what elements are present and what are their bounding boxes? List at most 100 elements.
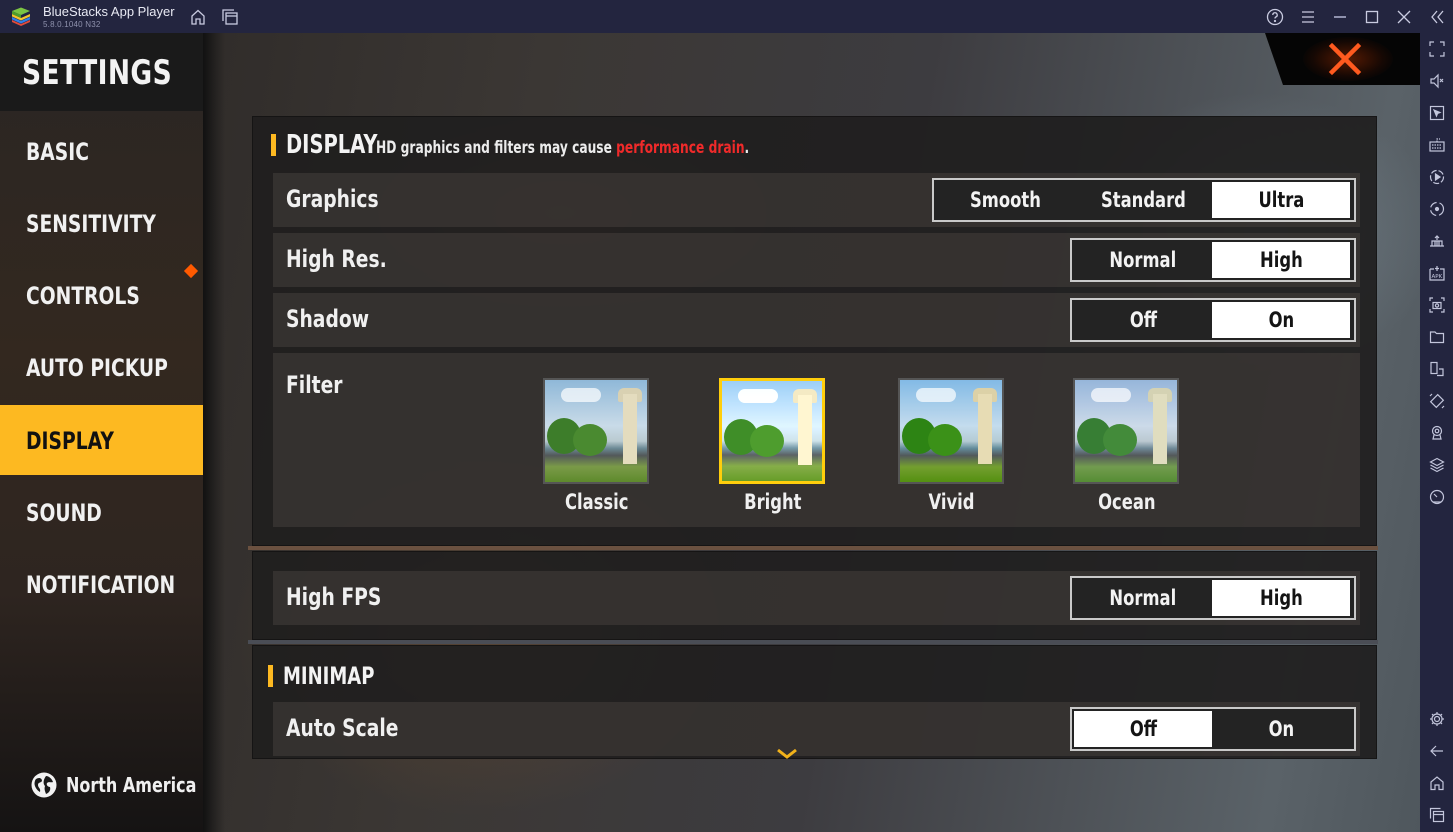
multi-window-icon[interactable] [1425,357,1449,381]
menu-item-sensitivity[interactable]: SENSITIVITY [0,188,203,258]
option-standard[interactable]: Standard [1074,182,1212,218]
menu-item-label: CONTROLS [26,282,140,310]
macro-play-icon[interactable] [1425,165,1449,189]
option-on[interactable]: On [1212,302,1350,338]
option-off[interactable]: Off [1074,302,1212,338]
menu-item-sound[interactable]: SOUND [0,477,203,547]
performance-icon[interactable] [1425,485,1449,509]
section-title: DISPLAY [286,130,378,160]
option-label: Off [1129,717,1157,741]
screenshot-icon[interactable] [1425,293,1449,317]
minimap-section-header: MINIMAP [268,662,374,690]
menu-item-label: BASIC [26,138,89,166]
filter-bright[interactable]: Bright [719,378,827,514]
option-smooth[interactable]: Smooth [936,182,1074,218]
location-icon[interactable] [1425,421,1449,445]
bluestacks-logo-icon [12,7,30,26]
menu-item-auto-pickup[interactable]: AUTO PICKUP [0,332,203,402]
window-title-bar: BlueStacks App Player 5.8.0.1040 N32 [0,0,1453,33]
apk-icon[interactable]: APK [1425,261,1449,285]
setting-row-shadow: Shadow Off On [273,293,1360,347]
option-label: Ultra [1258,188,1304,212]
close-icon [1328,42,1362,76]
filter-thumbnail [1073,378,1179,484]
note-text: HD graphics and filters may cause [376,138,617,158]
filter-label: Bright [744,490,802,514]
volume-mute-icon[interactable] [1425,69,1449,93]
graphics-segmented-control: Smooth Standard Ultra [932,178,1356,222]
close-icon[interactable] [1393,6,1415,28]
filter-vivid[interactable]: Vivid [898,378,1006,514]
filter-classic[interactable]: Classic [543,378,651,514]
close-settings-button[interactable] [1265,33,1420,85]
menu-item-label: AUTO PICKUP [26,354,168,382]
app-title: BlueStacks App Player [43,4,175,19]
menu-item-label: NOTIFICATION [26,571,176,599]
folder-icon[interactable] [1425,325,1449,349]
filter-label: Vivid [928,490,976,514]
menu-item-basic[interactable]: BASIC [0,116,203,186]
option-normal[interactable]: Normal [1074,242,1212,278]
settings-title: SETTINGS [22,53,173,93]
install-apk-icon[interactable] [1425,229,1449,253]
display-panel: DISPLAY HD graphics and filters may caus… [252,116,1377,546]
option-label: Smooth [969,188,1041,212]
option-high[interactable]: High [1212,580,1350,616]
panel-divider [248,546,1378,550]
option-ultra[interactable]: Ultra [1212,182,1350,218]
option-label: On [1268,717,1294,741]
menu-item-label: SENSITIVITY [26,210,156,238]
setting-row-high-res: High Res. Normal High [273,233,1360,287]
menu-item-controls[interactable]: CONTROLS [0,260,203,330]
high-fps-segmented-control: Normal High [1070,576,1356,620]
option-label: Normal [1109,586,1177,610]
menu-item-notification[interactable]: NOTIFICATION [0,549,203,619]
recent-apps-icon[interactable] [1425,803,1449,827]
app-version: 5.8.0.1040 N32 [43,20,101,29]
filter-label: Classic [565,490,629,514]
collapse-sidebar-icon[interactable] [1426,6,1448,28]
home-icon[interactable] [187,6,209,28]
filter-options: Classic Bright Vivid Ocean [543,378,1203,528]
back-icon[interactable] [1425,739,1449,763]
display-section-header: DISPLAY HD graphics and filters may caus… [271,130,894,160]
option-off[interactable]: Off [1074,711,1212,747]
option-on[interactable]: On [1212,711,1350,747]
option-normal[interactable]: Normal [1074,580,1212,616]
option-label: High [1259,586,1303,610]
section-accent-bar [271,134,276,156]
region-selector[interactable]: North America [30,771,229,799]
scroll-down-chevron-icon[interactable] [776,748,798,760]
keyboard-icon[interactable] [1425,133,1449,157]
fullscreen-icon[interactable] [1425,37,1449,61]
rotate-sync-icon[interactable] [1425,197,1449,221]
section-title: MINIMAP [283,662,375,690]
setting-row-auto-scale: Auto Scale Off On [273,702,1360,756]
setting-row-graphics: Graphics Smooth Standard Ultra [273,173,1360,227]
multi-instance-icon[interactable] [219,6,241,28]
menu-item-label: SOUND [26,499,102,527]
shake-icon[interactable] [1425,389,1449,413]
option-high[interactable]: High [1212,242,1350,278]
section-note: HD graphics and filters may cause perfor… [376,138,749,158]
menu-item-display[interactable]: DISPLAY [0,405,203,475]
shadow-segmented-control: Off On [1070,298,1356,342]
filter-ocean[interactable]: Ocean [1073,378,1181,514]
android-home-icon[interactable] [1425,771,1449,795]
filter-label: Ocean [1098,490,1156,514]
filter-thumbnail [719,378,825,484]
minimize-icon[interactable] [1329,6,1351,28]
menu-shadow [203,33,225,832]
setting-label: Graphics [286,185,379,213]
layers-icon[interactable] [1425,453,1449,477]
menu-icon[interactable] [1297,6,1319,28]
menu-item-label: DISPLAY [26,427,114,455]
auto-scale-segmented-control: Off On [1070,707,1356,751]
pointer-icon[interactable] [1425,101,1449,125]
help-icon[interactable] [1264,6,1286,28]
setting-label: Filter [286,371,343,399]
maximize-icon[interactable] [1361,6,1383,28]
section-accent-bar [268,665,273,687]
filter-thumbnail [898,378,1004,484]
settings-icon[interactable] [1425,707,1449,731]
